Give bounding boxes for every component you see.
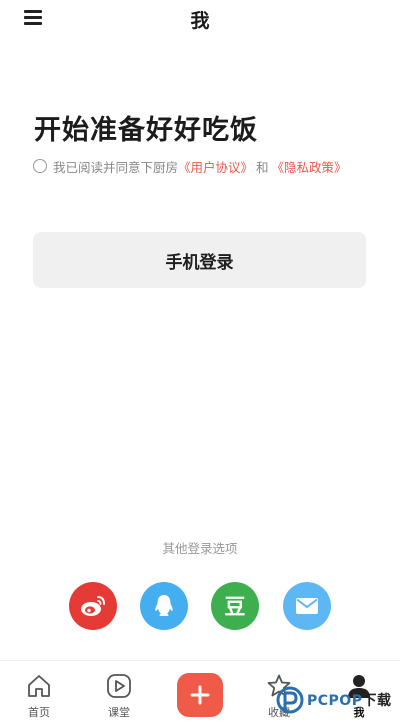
phone-login-label: 手机登录 [165,252,234,273]
other-login-title: 其他登录选项 [162,541,238,556]
home-icon [28,675,50,697]
agreement-prefix: 我已阅读并同意下厨房 [53,159,179,175]
tab-home[interactable]: 首页 [14,673,64,720]
agreement-row: 我已阅读并同意下厨房 《用户协议》 和 《隐私政策》 [33,157,347,175]
page-title: 我 [190,10,210,32]
add-recipe-button[interactable] [177,673,223,717]
watermark-text: PCPOP下载 [307,690,391,710]
agreement-radio[interactable] [33,159,47,173]
tab-classroom-label: 课堂 [108,706,130,719]
privacy-policy-link[interactable]: 《隐私政策》 [272,157,347,176]
tab-classroom[interactable]: 课堂 [94,673,144,720]
pcpop-logo-icon [276,686,304,714]
mail-login-button[interactable] [283,582,331,630]
top-bar: 我 [0,0,400,38]
watermark-brand: PCPOP [307,693,363,709]
play-icon [107,674,131,698]
tab-home-label: 首页 [28,706,50,719]
weibo-login-button[interactable] [69,582,117,630]
douban-login-button[interactable]: 豆 [211,582,259,630]
watermark-suffix: 下载 [362,693,392,709]
mail-icon [296,598,318,614]
weibo-icon [81,596,105,616]
plus-icon [190,685,210,705]
qq-login-button[interactable] [140,582,188,630]
qq-icon [155,595,173,616]
headline: 开始准备好好吃饭 [34,115,258,146]
douban-icon: 豆 [224,595,246,619]
watermark: PCPOP下载 [276,682,391,718]
agreement-conjunction: 和 [256,159,269,175]
phone-login-button[interactable]: 手机登录 [33,232,366,288]
user-agreement-link[interactable]: 《用户协议》 [178,157,253,176]
